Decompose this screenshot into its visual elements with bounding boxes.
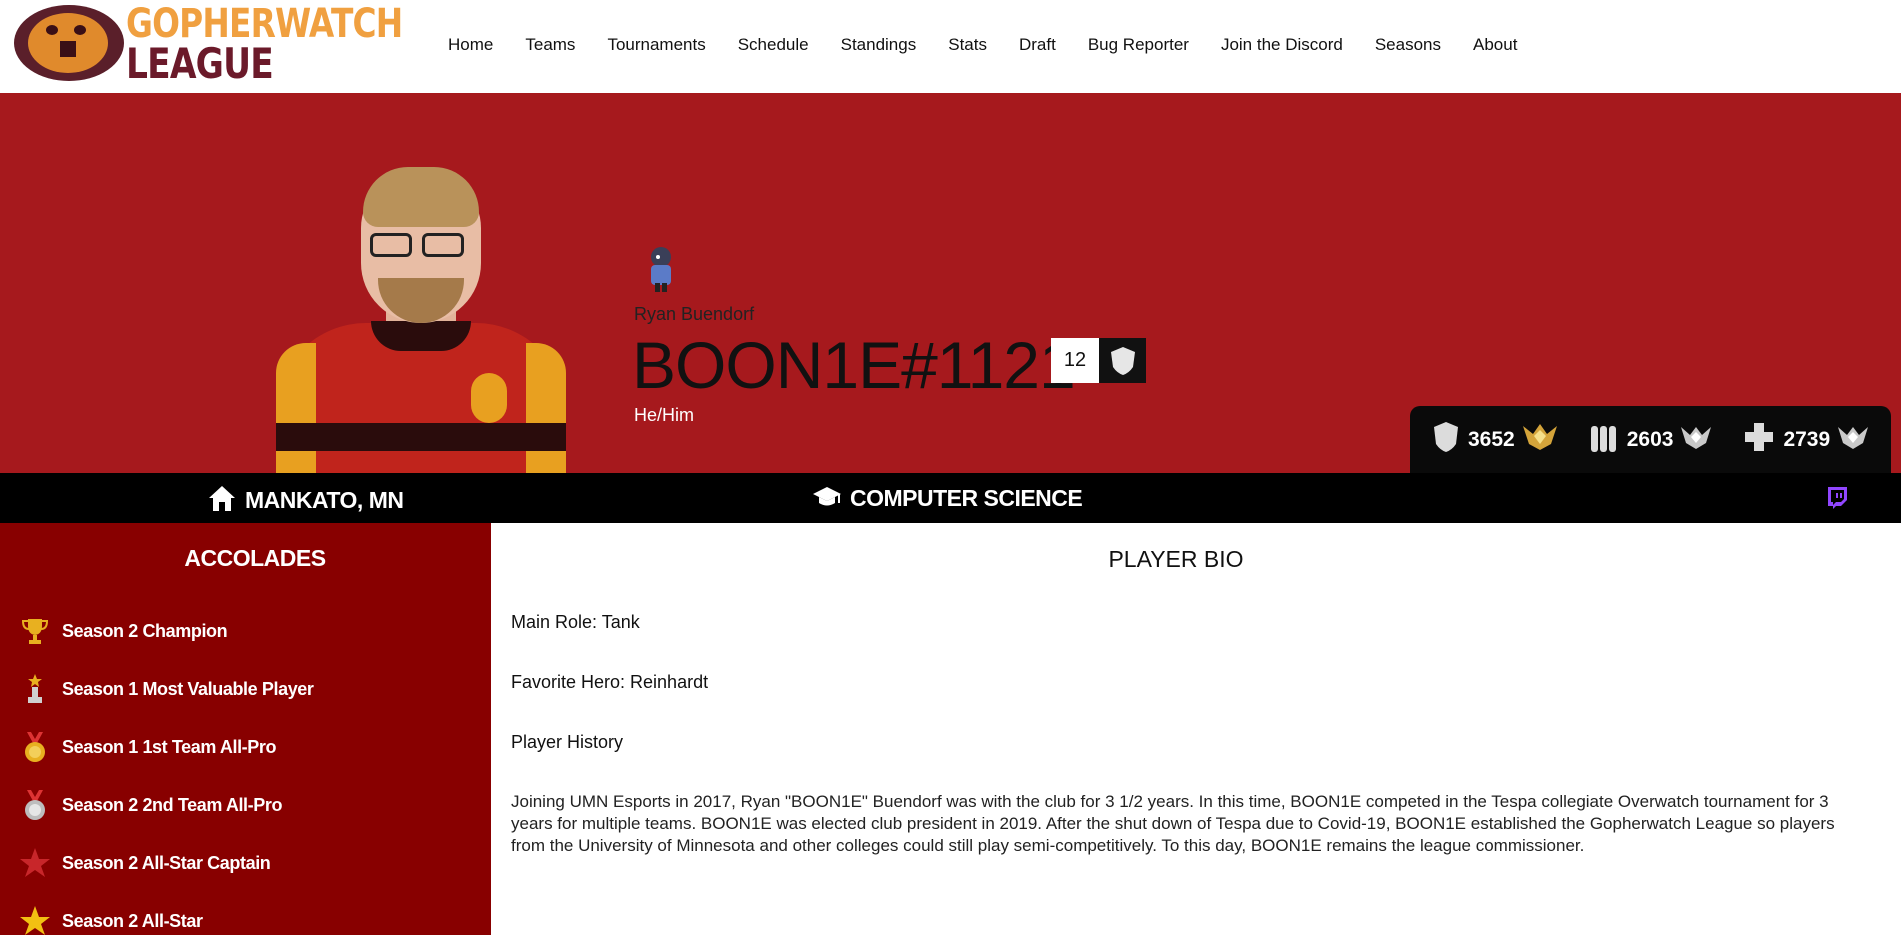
player-hero: Ryan Buendorf BOON1E#1121 12 He/Him 3652… <box>0 93 1901 473</box>
gold-medal-icon <box>18 730 52 764</box>
gopher-mascot-icon <box>14 5 124 81</box>
accolades-title: ACCOLADES <box>184 545 326 571</box>
nav-tournaments[interactable]: Tournaments <box>607 35 705 55</box>
player-info-bar: MANKATO, MN COMPUTER SCIENCE <box>0 473 1901 523</box>
nav-join-discord[interactable]: Join the Discord <box>1221 35 1343 55</box>
list-item: Season 1 Most Valuable Player <box>18 660 314 718</box>
nav-draft[interactable]: Draft <box>1019 35 1056 55</box>
hometown-text: MANKATO, MN <box>245 487 404 513</box>
player-pronouns: He/Him <box>634 405 695 425</box>
list-item: Season 2 Champion <box>18 602 314 660</box>
main-nav: Home Teams Tournaments Schedule Standing… <box>448 35 1549 55</box>
list-item: Season 2 All-Star <box>18 892 314 950</box>
graduation-cap-icon <box>812 483 842 514</box>
accolade-label: Season 2 All-Star <box>62 910 203 931</box>
rank-support: 2739 <box>1743 421 1870 458</box>
hero-portrait-icon <box>639 243 683 293</box>
jersey-number: 12 <box>1051 338 1099 383</box>
role-ranks-panel: 3652 2603 2739 <box>1410 406 1891 473</box>
nav-stats[interactable]: Stats <box>948 35 987 55</box>
accolade-label: Season 2 All-Star Captain <box>62 852 271 873</box>
rank-damage: 2603 <box>1589 420 1714 459</box>
major: COMPUTER SCIENCE <box>812 483 1083 514</box>
mvp-award-icon <box>18 672 52 706</box>
ammo-icon <box>1589 420 1619 459</box>
jersey-badge: 12 <box>1051 338 1146 383</box>
list-item: Season 2 2nd Team All-Pro <box>18 776 314 834</box>
player-gamertag: BOON1E#1121 <box>632 328 1076 402</box>
major-text: COMPUTER SCIENCE <box>850 485 1083 511</box>
accolade-label: Season 1 1st Team All-Pro <box>62 736 277 757</box>
rank-tank-value: 3652 <box>1468 427 1515 451</box>
history-text: Joining UMN Esports in 2017, Ryan "BOON1… <box>511 792 1835 855</box>
nav-seasons[interactable]: Seasons <box>1375 35 1441 55</box>
nav-standings[interactable]: Standings <box>841 35 917 55</box>
list-item: Season 2 All-Star Captain <box>18 834 314 892</box>
red-star-icon <box>18 846 52 880</box>
nav-teams[interactable]: Teams <box>525 35 575 55</box>
history-heading: Player History <box>511 732 624 752</box>
nav-home[interactable]: Home <box>448 35 493 55</box>
silver-medal-icon <box>18 788 52 822</box>
player-photo <box>266 167 566 473</box>
silver-rank-icon <box>1836 423 1870 456</box>
player-bio-panel: PLAYER BIO Main Role: Tank Favorite Hero… <box>491 523 1901 935</box>
team-shield-icon <box>1099 338 1146 383</box>
gold-rank-icon <box>1521 422 1559 457</box>
nav-schedule[interactable]: Schedule <box>738 35 809 55</box>
cross-icon <box>1743 421 1775 458</box>
rank-support-value: 2739 <box>1783 427 1831 451</box>
accolade-label: Season 1 Most Valuable Player <box>62 678 314 699</box>
main-role: Main Role: Tank <box>511 612 640 632</box>
league-logo[interactable]: GOPHERWATCH LEAGUE <box>14 1 414 88</box>
twitch-icon[interactable] <box>1825 485 1849 509</box>
nav-about[interactable]: About <box>1473 35 1517 55</box>
logo-text-line2: LEAGUE <box>126 39 274 88</box>
silver-rank-icon <box>1679 423 1713 456</box>
accolades-list: Season 2 Champion Season 1 Most Valuable… <box>18 602 314 950</box>
accolades-panel: ACCOLADES Season 2 Champion Season 1 Mos… <box>0 523 491 935</box>
accolade-label: Season 2 Champion <box>62 620 228 641</box>
favorite-hero: Favorite Hero: Reinhardt <box>511 672 709 692</box>
rank-damage-value: 2603 <box>1626 427 1674 451</box>
rank-tank: 3652 <box>1432 420 1559 459</box>
accolade-label: Season 2 2nd Team All-Pro <box>62 794 283 815</box>
gold-star-icon <box>18 904 52 938</box>
hometown: MANKATO, MN <box>207 483 404 518</box>
player-real-name: Ryan Buendorf <box>634 304 755 324</box>
bio-title: PLAYER BIO <box>1108 546 1244 572</box>
shield-icon <box>1432 420 1460 459</box>
site-header: GOPHERWATCH LEAGUE Home Teams Tournament… <box>0 0 1901 93</box>
list-item: Season 1 1st Team All-Pro <box>18 718 314 776</box>
home-icon <box>207 483 237 518</box>
nav-bug-reporter[interactable]: Bug Reporter <box>1088 35 1189 55</box>
trophy-icon <box>18 614 52 648</box>
